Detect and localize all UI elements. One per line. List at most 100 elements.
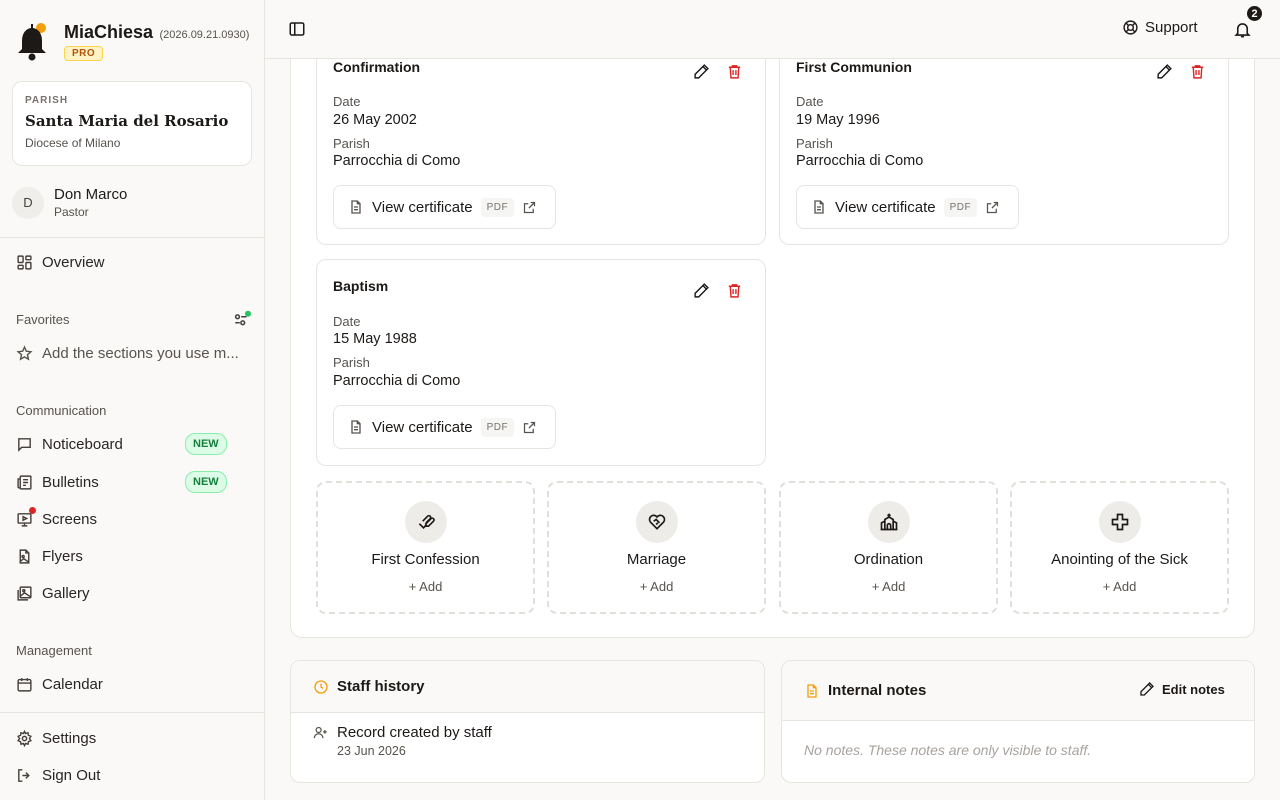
sidebar-divider [0, 712, 264, 713]
view-certificate-label: View certificate [835, 198, 936, 216]
file-text-icon [814, 200, 824, 214]
notes-empty-text: No notes. These notes are only visible t… [804, 742, 1092, 758]
add-ordination-card[interactable]: Ordination + Add [779, 481, 998, 614]
add-card-title: First Confession [371, 551, 480, 568]
parish-value: Parrocchia di Como [333, 373, 461, 389]
church-icon [880, 513, 897, 531]
sidebar-item-label: Gallery [42, 584, 90, 602]
favorites-settings-icon[interactable] [233, 310, 251, 328]
parish-name: Santa Maria del Rosario [25, 112, 229, 130]
trash-icon[interactable] [726, 63, 743, 80]
external-link-icon [523, 421, 536, 433]
sidebar-item-calendar[interactable]: Calendar [16, 672, 103, 696]
favorites-hint-label: Add the sections you use m... [42, 344, 239, 362]
edit-pencil-icon[interactable] [693, 282, 710, 299]
sacrament-title: First Communion [796, 59, 912, 75]
sidebar-item-sign-out[interactable]: Sign Out [16, 763, 100, 787]
add-icon-wrap [635, 501, 678, 543]
add-card-title: Ordination [853, 551, 924, 568]
support-label: Support [1145, 19, 1198, 36]
message-square-icon [18, 437, 31, 452]
parish-label: Parish [333, 355, 370, 370]
user-profile[interactable]: D Don Marco Pastor [12, 186, 127, 219]
edit-pencil-icon[interactable] [1156, 63, 1173, 80]
trash-icon[interactable] [726, 282, 743, 299]
date-label: Date [333, 94, 361, 109]
add-card-action: + Add [1102, 579, 1137, 594]
sidebar-item-label: Flyers [42, 547, 83, 565]
sidebar-divider [0, 237, 264, 238]
sticky-note-icon [807, 683, 817, 698]
view-certificate-button[interactable]: View certificate PDF [333, 185, 556, 229]
sidebar: MiaChiesa (2026.09.21.0930) PRO PARISH S… [0, 0, 265, 800]
staff-history-title: Staff history [337, 678, 425, 695]
internal-notes-header: Internal notes Edit notes [782, 661, 1254, 721]
add-first-confession-card[interactable]: First Confession + Add [316, 481, 535, 614]
calendar-icon [17, 677, 32, 692]
add-anointing-card[interactable]: Anointing of the Sick + Add [1010, 481, 1229, 614]
management-label: Management [16, 643, 92, 658]
view-certificate-button[interactable]: View certificate PDF [333, 405, 556, 449]
date-label: Date [333, 314, 361, 329]
edit-pencil-icon[interactable] [693, 63, 710, 80]
sidebar-item-noticeboard[interactable]: Noticeboard [16, 432, 123, 456]
grid-icon [17, 254, 32, 270]
sacrament-title: Baptism [333, 278, 389, 294]
cross-icon [1111, 513, 1128, 531]
add-marriage-card[interactable]: Marriage + Add [547, 481, 766, 614]
sidebar-item-flyers[interactable]: Flyers [16, 544, 83, 568]
life-buoy-icon [1123, 20, 1138, 35]
history-entry: Record created by staff [337, 724, 492, 741]
user-plus-icon [313, 726, 327, 739]
sidebar-item-gallery[interactable]: Gallery [16, 581, 90, 605]
brand[interactable]: MiaChiesa (2026.09.21.0930) PRO [16, 20, 249, 62]
app-version: (2026.09.21.0930) [159, 29, 250, 41]
parish-diocese: Diocese of Milano [25, 136, 121, 150]
edit-notes-button[interactable]: Edit notes [1139, 681, 1225, 697]
sacrament-title: Confirmation [333, 59, 421, 75]
date-value: 19 May 1996 [796, 112, 880, 128]
view-certificate-label: View certificate [372, 418, 473, 436]
support-button[interactable]: Support [1122, 19, 1198, 36]
app-name: MiaChiesa [64, 22, 154, 42]
sidebar-item-settings[interactable]: Settings [16, 726, 96, 750]
add-icon-wrap [1098, 501, 1141, 543]
add-card-action: + Add [408, 579, 443, 594]
topbar: Support 2 [265, 0, 1280, 59]
sidebar-item-label: Settings [42, 729, 97, 747]
file-text-icon [351, 420, 361, 434]
add-icon-wrap [404, 501, 447, 543]
trash-icon[interactable] [1189, 63, 1206, 80]
parish-card[interactable]: PARISH Santa Maria del Rosario Diocese o… [12, 81, 252, 166]
sidebar-item-overview[interactable]: Overview [16, 250, 105, 274]
sidebar-item-label: Noticeboard [42, 435, 123, 453]
star-icon [16, 344, 33, 361]
communication-label: Communication [16, 403, 107, 418]
sidebar-item-label: Bulletins [42, 473, 99, 491]
parish-label: Parish [796, 136, 833, 151]
date-value: 15 May 1988 [333, 331, 417, 347]
newspaper-icon [17, 474, 32, 490]
images-icon [17, 585, 32, 601]
edit-pencil-icon [1140, 682, 1154, 696]
file-image-icon [19, 548, 30, 564]
notification-bell-icon[interactable] [1233, 20, 1252, 39]
sidebar-item-bulletins[interactable]: Bulletins [16, 470, 99, 494]
sidebar-item-label: Screens [42, 510, 98, 528]
sidebar-toggle-icon[interactable] [288, 20, 306, 38]
pdf-tag: PDF [943, 197, 978, 217]
date-value: 26 May 2002 [333, 112, 417, 128]
clock-icon [314, 679, 328, 694]
user-name: Don Marco [54, 186, 128, 203]
view-certificate-button[interactable]: View certificate PDF [796, 185, 1019, 229]
hands-icon [418, 514, 435, 530]
add-card-action: + Add [871, 579, 906, 594]
screens-alert-dot [29, 507, 36, 514]
new-badge: NEW [185, 433, 227, 455]
staff-history-panel: Staff history Record created by staff 23… [290, 660, 765, 783]
pdf-tag: PDF [480, 417, 515, 437]
favorites-hint[interactable]: Add the sections you use m... [16, 341, 239, 365]
user-role: Pastor [54, 205, 89, 219]
heart-handshake-icon [648, 514, 665, 530]
external-link-icon [523, 201, 536, 213]
